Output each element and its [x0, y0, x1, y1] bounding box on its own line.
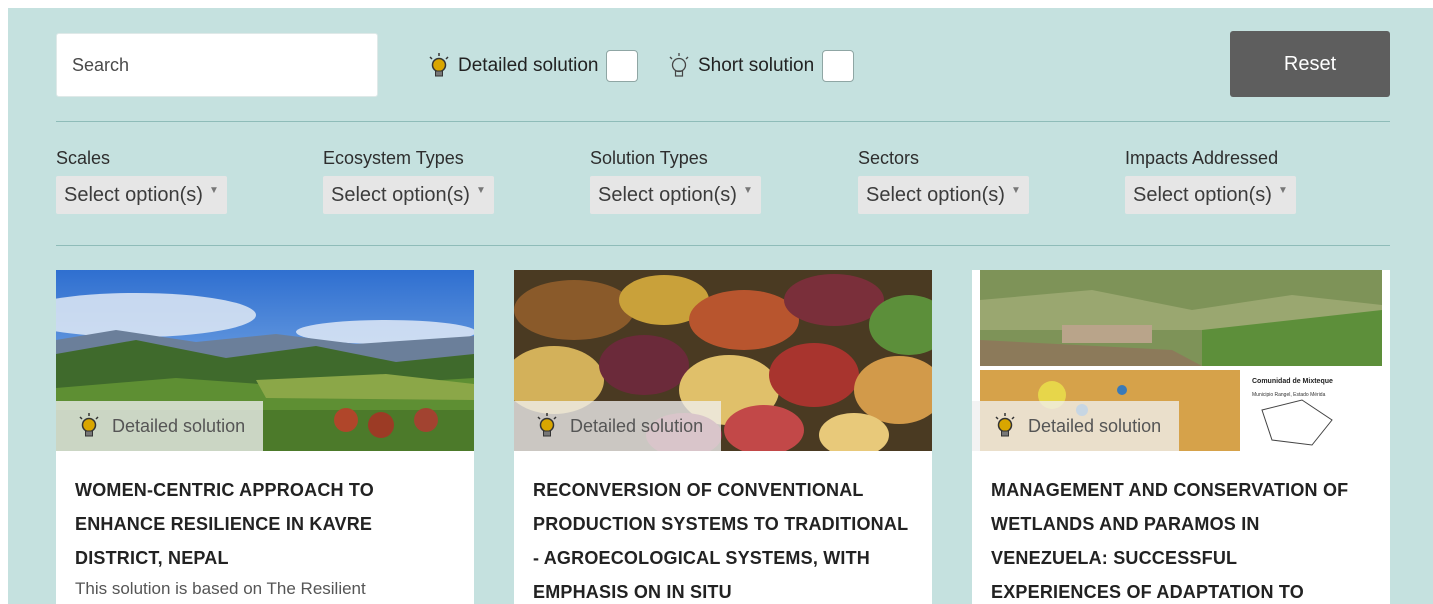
filter-impacts-addressed: Impacts Addressed Select option(s) ▼	[1125, 148, 1296, 214]
sectors-select[interactable]: Select option(s) ▼	[858, 176, 1029, 214]
filter-label: Solution Types	[590, 148, 708, 168]
card-title[interactable]: WOMEN-CENTRIC APPROACH TO ENHANCE RESILI…	[75, 473, 456, 575]
card-image-map: Comunidad de Mixteque Municipio Rangel, …	[972, 270, 1390, 451]
filter-label: Scales	[56, 148, 111, 168]
lightbulb-icon	[537, 413, 557, 437]
filter-ecosystem-types: Ecosystem Types Select option(s) ▼	[323, 148, 494, 214]
ecosystem-types-select[interactable]: Select option(s) ▼	[323, 176, 494, 214]
search-input[interactable]	[56, 33, 378, 97]
caret-down-icon: ▼	[475, 184, 486, 196]
card-description: This solution is based on The Resilient	[75, 579, 366, 598]
lightbulb-icon	[995, 413, 1015, 437]
filter-label: Impacts Addressed	[1125, 148, 1279, 168]
detailed-solution-toggle: Detailed solution	[428, 49, 639, 83]
solution-types-select[interactable]: Select option(s) ▼	[590, 176, 761, 214]
solution-card[interactable]: Detailed solution RECONVERSION OF CONVEN…	[514, 270, 932, 604]
filter-label: Ecosystem Types	[323, 148, 464, 168]
select-value: Select option(s)	[331, 183, 470, 206]
short-solution-label: Short solution	[698, 55, 815, 76]
caret-down-icon: ▼	[742, 184, 753, 196]
card-image-crops: Detailed solution	[514, 270, 932, 451]
card-title[interactable]: MANAGEMENT AND CONSERVATION OF WETLANDS …	[991, 473, 1372, 604]
card-title[interactable]: RECONVERSION OF CONVENTIONAL PRODUCTION …	[533, 473, 914, 604]
detailed-solution-checkbox[interactable]	[606, 50, 639, 82]
solution-card[interactable]: Comunidad de Mixteque Municipio Rangel, …	[972, 270, 1390, 604]
filter-sectors: Sectors Select option(s) ▼	[858, 148, 1029, 214]
solution-card[interactable]: Detailed solution WOMEN-CENTRIC APPROACH…	[56, 270, 474, 604]
short-solution-toggle: Short solution	[668, 49, 855, 83]
caret-down-icon: ▼	[1010, 184, 1021, 196]
map-caption-subtitle: Municipio Rangel, Estado Mérida	[1252, 392, 1326, 398]
divider	[56, 245, 1390, 246]
lightbulb-icon	[79, 413, 99, 437]
short-solution-checkbox[interactable]	[822, 50, 855, 82]
card-image-landscape: Detailed solution	[56, 270, 474, 451]
divider	[56, 121, 1390, 122]
select-value: Select option(s)	[598, 183, 737, 206]
caret-down-icon: ▼	[1277, 184, 1288, 196]
filter-panel: Detailed solution Short solution Reset S…	[8, 8, 1433, 604]
badge-label: Detailed solution	[570, 415, 704, 436]
filter-scales: Scales Select option(s) ▼	[56, 148, 227, 214]
scales-select[interactable]: Select option(s) ▼	[56, 176, 227, 214]
badge-label: Detailed solution	[1028, 415, 1162, 436]
impacts-addressed-select[interactable]: Select option(s) ▼	[1125, 176, 1296, 214]
lightbulb-outline-icon	[669, 53, 689, 77]
detailed-solution-badge: Detailed solution	[56, 401, 264, 451]
detailed-solution-badge: Detailed solution	[972, 401, 1180, 451]
caret-down-icon: ▼	[208, 184, 219, 196]
detailed-solution-label: Detailed solution	[458, 55, 599, 76]
reset-button[interactable]: Reset	[1230, 31, 1390, 97]
select-value: Select option(s)	[866, 183, 1005, 206]
map-caption-title: Comunidad de Mixteque	[1252, 378, 1333, 385]
select-value: Select option(s)	[64, 183, 203, 206]
select-value: Select option(s)	[1133, 183, 1272, 206]
filter-solution-types: Solution Types Select option(s) ▼	[590, 148, 761, 214]
badge-label: Detailed solution	[112, 415, 246, 436]
lightbulb-icon	[429, 53, 449, 77]
filter-label: Sectors	[858, 148, 920, 168]
detailed-solution-badge: Detailed solution	[514, 401, 722, 451]
